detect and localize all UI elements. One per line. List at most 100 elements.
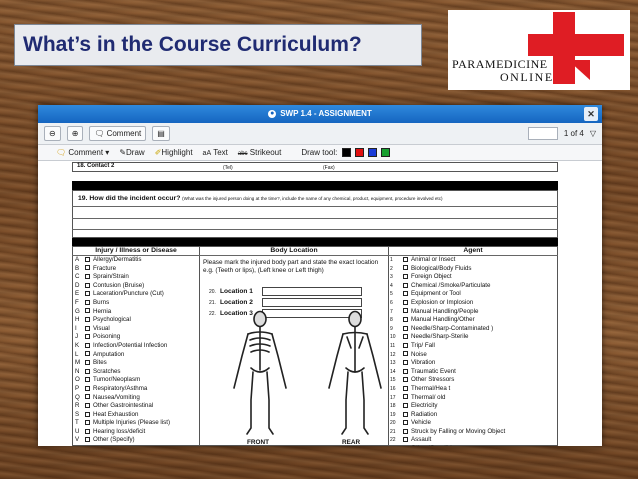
- location-input[interactable]: [262, 287, 362, 296]
- agent-checkbox[interactable]: [403, 317, 408, 323]
- agent-checkbox[interactable]: [403, 274, 408, 280]
- injury-checkbox[interactable]: [85, 437, 90, 443]
- agent-item[interactable]: 8 Manual Handling/Other: [390, 316, 505, 325]
- agent-item[interactable]: 18 Electricity: [390, 402, 505, 411]
- injury-checkbox[interactable]: [85, 351, 90, 357]
- injury-checkbox[interactable]: [85, 359, 90, 365]
- injury-item[interactable]: C Sprain/Strain: [75, 273, 170, 282]
- injury-item[interactable]: H Psychological: [75, 316, 170, 325]
- agent-checkbox[interactable]: [403, 308, 408, 314]
- injury-checkbox[interactable]: [85, 274, 90, 280]
- agent-item[interactable]: 17 Thermal/ old: [390, 394, 505, 403]
- agent-checkbox[interactable]: [403, 282, 408, 288]
- injury-checkbox[interactable]: [85, 385, 90, 391]
- agent-item[interactable]: 15 Other Stressors: [390, 376, 505, 385]
- highlight-button[interactable]: ✐Highlight: [155, 148, 193, 157]
- color-swatch-green[interactable]: [381, 148, 391, 158]
- agent-item[interactable]: 22 Assault: [390, 436, 505, 445]
- injury-item[interactable]: D Contusion (Bruise): [75, 282, 170, 291]
- injury-checkbox[interactable]: [85, 394, 90, 400]
- agent-checkbox[interactable]: [403, 420, 408, 426]
- agent-checkbox[interactable]: [403, 368, 408, 374]
- agent-checkbox[interactable]: [403, 299, 408, 305]
- agent-checkbox[interactable]: [403, 342, 408, 348]
- injury-item[interactable]: O Tumor/Neoplasm: [75, 376, 170, 385]
- text-button[interactable]: aA Text: [203, 148, 228, 157]
- injury-checkbox[interactable]: [85, 428, 90, 434]
- injury-checkbox[interactable]: [85, 299, 90, 305]
- injury-item[interactable]: R Other Gastrointestinal: [75, 402, 170, 411]
- injury-checkbox[interactable]: [85, 282, 90, 288]
- injury-item[interactable]: N Scratches: [75, 368, 170, 377]
- agent-item[interactable]: 19 Radiation: [390, 411, 505, 420]
- injury-item[interactable]: F Burns: [75, 299, 170, 308]
- injury-checkbox[interactable]: [85, 342, 90, 348]
- injury-checkbox[interactable]: [85, 334, 90, 340]
- color-swatch-black[interactable]: [341, 148, 351, 158]
- agent-item[interactable]: 14 Traumatic Event: [390, 368, 505, 377]
- injury-checkbox[interactable]: [85, 317, 90, 323]
- agent-checkbox[interactable]: [403, 437, 408, 443]
- agent-item[interactable]: 16 Thermal/Hea t: [390, 385, 505, 394]
- agent-item[interactable]: 2 Biological/Body Fluids: [390, 265, 505, 274]
- injury-item[interactable]: I Visual: [75, 325, 170, 334]
- injury-checkbox[interactable]: [85, 308, 90, 314]
- injury-item[interactable]: S Heat Exhaustion: [75, 411, 170, 420]
- agent-checkbox[interactable]: [403, 359, 408, 365]
- agent-checkbox[interactable]: [403, 402, 408, 408]
- agent-item[interactable]: 6 Explosion or Implosion: [390, 299, 505, 308]
- agent-item[interactable]: 12 Noise: [390, 351, 505, 360]
- agent-checkbox[interactable]: [403, 377, 408, 383]
- location-input[interactable]: [262, 298, 362, 307]
- agent-item[interactable]: 13 Vibration: [390, 359, 505, 368]
- agent-checkbox[interactable]: [403, 351, 408, 357]
- injury-item[interactable]: Q Nausea/Vomiting: [75, 394, 170, 403]
- injury-checkbox[interactable]: [85, 377, 90, 383]
- strikeout-button[interactable]: abc Strikeout: [238, 148, 282, 157]
- agent-item[interactable]: 23 Other (Specify): [390, 445, 505, 446]
- agent-item[interactable]: 21 Struck by Falling or Moving Object: [390, 428, 505, 437]
- injury-item[interactable]: T Multiple Injuries (Please list): [75, 419, 170, 428]
- agent-item[interactable]: 7 Manual Handling/People: [390, 308, 505, 317]
- zoom-out-button[interactable]: ⊖: [44, 126, 61, 141]
- injury-item[interactable]: B Fracture: [75, 265, 170, 274]
- agent-checkbox[interactable]: [403, 256, 408, 262]
- injury-item[interactable]: J Poisoning: [75, 333, 170, 342]
- injury-item[interactable]: E Laceration/Puncture (Cut): [75, 290, 170, 299]
- injury-checkbox[interactable]: [85, 368, 90, 374]
- close-icon[interactable]: ✕: [584, 107, 598, 121]
- agent-item[interactable]: 3 Foreign Object: [390, 273, 505, 282]
- agent-checkbox[interactable]: [403, 334, 408, 340]
- draw-button[interactable]: ✎Draw: [119, 148, 144, 157]
- agent-checkbox[interactable]: [403, 265, 408, 271]
- injury-item[interactable]: V Other (Specify): [75, 436, 170, 445]
- injury-item[interactable]: U Hearing loss/deficit: [75, 428, 170, 437]
- agent-checkbox[interactable]: [403, 291, 408, 297]
- injury-checkbox[interactable]: [85, 265, 90, 271]
- agent-item[interactable]: 5 Equipment or Tool: [390, 290, 505, 299]
- annotate-comment-button[interactable]: 🗨 Comment ▾: [56, 148, 109, 157]
- color-swatch-blue[interactable]: [368, 148, 378, 158]
- agent-item[interactable]: 9 Needle/Sharp-Contaminated ): [390, 325, 505, 334]
- agent-item[interactable]: 1 Animal or Insect: [390, 256, 505, 265]
- agent-checkbox[interactable]: [403, 385, 408, 391]
- comment-button[interactable]: 🗨 Comment: [89, 126, 147, 141]
- chevron-down-icon[interactable]: ▽: [590, 129, 596, 138]
- color-swatch-red[interactable]: [354, 148, 364, 158]
- agent-checkbox[interactable]: [403, 428, 408, 434]
- injury-item[interactable]: L Amputation: [75, 351, 170, 360]
- injury-item[interactable]: A Allergy/Dermatitis: [75, 256, 170, 265]
- agent-item[interactable]: 20 Vehicle: [390, 419, 505, 428]
- injury-item[interactable]: K Infection/Potential Infection: [75, 342, 170, 351]
- injury-checkbox[interactable]: [85, 402, 90, 408]
- agent-checkbox[interactable]: [403, 325, 408, 331]
- injury-checkbox[interactable]: [85, 256, 90, 262]
- document-button[interactable]: ▤: [152, 126, 170, 141]
- injury-item[interactable]: G Hernia: [75, 308, 170, 317]
- injury-item[interactable]: P Respiratory/Asthma: [75, 385, 170, 394]
- injury-checkbox[interactable]: [85, 411, 90, 417]
- injury-checkbox[interactable]: [85, 420, 90, 426]
- agent-item[interactable]: 10 Needle/Sharp-Sterile: [390, 333, 505, 342]
- injury-checkbox[interactable]: [85, 291, 90, 297]
- agent-item[interactable]: 11 Trip/ Fall: [390, 342, 505, 351]
